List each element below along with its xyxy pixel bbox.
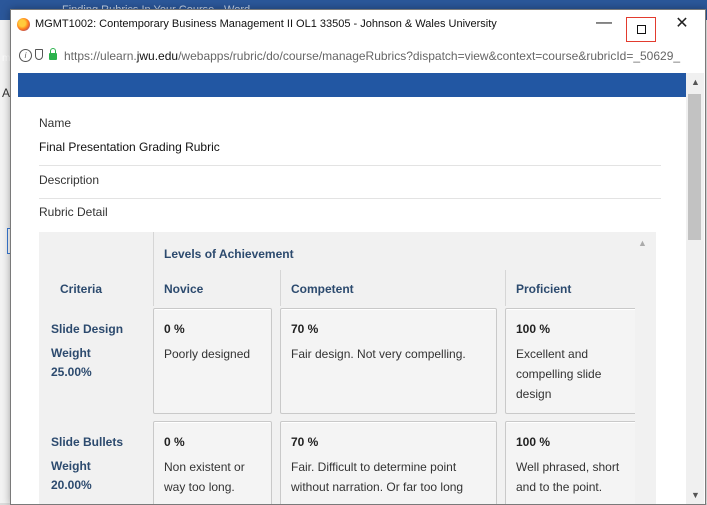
url-domain: jwu.edu (136, 49, 179, 63)
cell-percentage: 100 % (516, 435, 551, 449)
rubric-cell-competent: 70 % Fair. Difficult to determine point … (280, 421, 497, 504)
rubric-cell-novice: 0 % Poorly designed (153, 308, 272, 414)
cell-percentage: 100 % (516, 322, 551, 336)
rubric-cell-competent: 70 % Fair design. Not very compelling. (280, 308, 497, 414)
column-separator (505, 270, 506, 306)
cell-percentage: 70 % (291, 435, 319, 449)
column-separator (153, 270, 154, 306)
rubric-cell-novice: 0 % Non existent or way too long. (153, 421, 272, 504)
criterion-weight-value: 25.00% (51, 365, 92, 379)
rubric-detail-label: Rubric Detail (39, 205, 108, 219)
level-header-proficient: Proficient (516, 282, 572, 296)
scroll-down-arrow-icon[interactable]: ▼ (691, 490, 700, 500)
name-label: Name (39, 116, 72, 130)
cell-description: Poorly designed (164, 347, 251, 361)
level-header-novice: Novice (164, 282, 204, 296)
rubric-scrollbar[interactable]: ▲ (635, 232, 649, 504)
cell-percentage: 0 % (164, 322, 185, 336)
firefox-icon (17, 18, 30, 31)
address-bar[interactable]: i https://ulearn.jwu.edu/webapps/rubric/… (11, 46, 705, 68)
level-header-competent: Competent (291, 282, 354, 296)
url-prefix: https://ulearn. (64, 49, 137, 63)
tracking-shield-icon[interactable] (35, 49, 43, 60)
cell-description: Well phrased, short and to the point. (516, 460, 620, 494)
rubric-cell-proficient: 100 % Excellent and compelling slide des… (505, 308, 648, 414)
divider (39, 165, 661, 166)
criteria-header: Criteria (60, 282, 103, 296)
info-icon[interactable]: i (19, 49, 32, 62)
window-titlebar[interactable]: MGMT1002: Contemporary Business Manageme… (11, 10, 705, 42)
page-scrollbar[interactable]: ▲ ▼ (686, 73, 704, 504)
rubric-content: Name Final Presentation Grading Rubric D… (18, 97, 686, 504)
criterion-name: Slide Design (51, 322, 124, 336)
cell-description: Non existent or way too long. (164, 460, 245, 494)
cell-percentage: 0 % (164, 435, 185, 449)
levels-of-achievement-header: Levels of Achievement (164, 247, 294, 261)
criterion-weight-label: Weight (51, 459, 91, 473)
description-label: Description (39, 173, 100, 187)
browser-popup-window: MGMT1002: Contemporary Business Manageme… (10, 9, 706, 505)
maximize-icon (637, 25, 646, 34)
cell-percentage: 70 % (291, 322, 319, 336)
criterion-weight-label: Weight (51, 346, 91, 360)
maximize-button[interactable] (626, 17, 656, 42)
scrollbar-thumb[interactable] (688, 94, 701, 240)
url-path: /webapps/rubric/do/course/manageRubrics?… (178, 49, 681, 63)
close-button[interactable]: ✕ (671, 14, 693, 34)
page-header-bar (18, 73, 686, 97)
url-text[interactable]: https://ulearn.jwu.edu/webapps/rubric/do… (64, 49, 680, 63)
cell-description: Excellent and compelling slide design (516, 347, 602, 401)
minimize-button[interactable]: — (593, 14, 615, 34)
criterion-name: Slide Bullets (51, 435, 124, 449)
name-value: Final Presentation Grading Rubric (39, 140, 220, 154)
column-separator (153, 232, 154, 270)
cell-description: Fair. Difficult to determine point witho… (291, 460, 464, 494)
window-title: MGMT1002: Contemporary Business Manageme… (35, 18, 497, 30)
criterion-weight-value: 20.00% (51, 478, 92, 492)
rubric-cell-proficient: 100 % Well phrased, short and to the poi… (505, 421, 648, 504)
lock-icon[interactable] (49, 48, 57, 60)
rubric-grid: Levels of Achievement Criteria Novice Co… (39, 232, 656, 504)
background-doc-letter: A (2, 86, 11, 100)
cell-description: Fair design. Not very compelling. (291, 347, 466, 361)
divider (39, 198, 661, 199)
column-separator (280, 270, 281, 306)
scroll-up-arrow-icon[interactable]: ▲ (691, 77, 700, 87)
scroll-up-arrow-icon[interactable]: ▲ (638, 238, 647, 248)
